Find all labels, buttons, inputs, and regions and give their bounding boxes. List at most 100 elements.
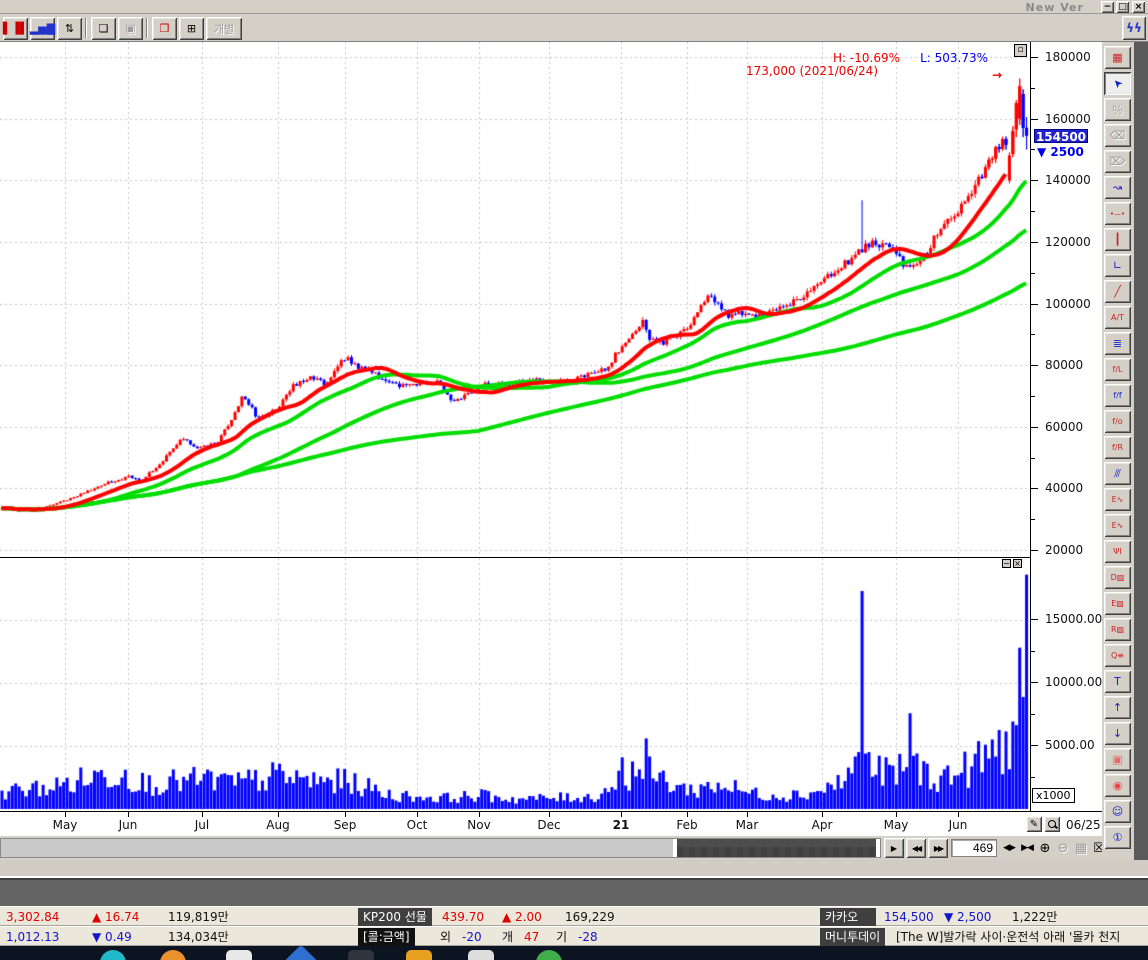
volume-chart[interactable] [0, 558, 1030, 811]
toolbar-separator [146, 18, 148, 38]
percent-tool-icon[interactable]: ％ [1104, 98, 1131, 121]
elliott-wave2-icon: E∿ [1112, 521, 1124, 530]
square-marker-icon: ▣ [1112, 753, 1122, 766]
parallel-lines-icon[interactable]: ⫻ [1104, 462, 1131, 485]
taskbar-app-white-icon[interactable] [226, 950, 252, 960]
trendline-chart-icon[interactable]: ↝ [1104, 176, 1131, 199]
tools-column: ▦ ➤ ％ ⌫ ⌦ ↝ •—• ┃ ∟ ╱ A/T ≣ f/L f/f f/o f/R ⫻ E∿ E∿ ΨΙ D▨ E▨ R… [1102, 42, 1134, 860]
candlestick-chart[interactable] [0, 42, 1030, 556]
volume-minimize-button[interactable]: − [1002, 559, 1011, 568]
grid-toggle-icon[interactable]: ▦ [1073, 838, 1089, 858]
chart-type-candle-icon[interactable]: ▌▐▌ [3, 17, 28, 40]
time-tick [621, 812, 622, 817]
time-tick [687, 812, 688, 817]
taskbar-app-white2-icon[interactable] [468, 950, 494, 960]
chart-type-bar-icon[interactable]: ▂▅▇ [30, 17, 55, 40]
volume-tick [1031, 682, 1038, 683]
vertical-segment-icon[interactable]: ┃ [1104, 228, 1131, 251]
kp200-change: ▲ 2.00 [502, 908, 542, 926]
quote-list-icon[interactable]: Q≡ [1104, 644, 1131, 667]
pattern-e-icon[interactable]: E▨ [1104, 592, 1131, 615]
taskbar-app-green-icon[interactable] [536, 950, 562, 960]
cursor-icon[interactable]: ➤ [1104, 72, 1131, 95]
taskbar-app-teal-icon[interactable] [100, 950, 126, 960]
eraser-icon[interactable]: ⌫ [1104, 124, 1131, 147]
erase-all-icon: ⌦ [1110, 155, 1126, 168]
price-chart-pane[interactable]: H: -10.69% L: 503.73% 173,000 (2021/06/2… [0, 42, 1031, 557]
time-axis-label: Feb [676, 818, 697, 832]
os-taskbar[interactable] [0, 946, 1148, 960]
fit-range-button[interactable]: ▶◀ [1019, 838, 1035, 858]
taskbar-app-orange-icon[interactable] [160, 950, 186, 960]
individual-button[interactable]: 개별 [206, 17, 242, 40]
price-tick [1031, 57, 1038, 58]
play-button[interactable]: ▶ [884, 838, 904, 858]
volume-unit-label: x1000 [1032, 788, 1075, 803]
capture-icon[interactable]: ▣ [118, 17, 143, 40]
zoom-in-icon[interactable]: ⊕ [1037, 838, 1053, 858]
square-marker-icon[interactable]: ▣ [1104, 748, 1131, 771]
text-note-icon[interactable]: A/T [1104, 306, 1131, 329]
number-marker-icon[interactable]: ① [1104, 826, 1131, 849]
fibo-levels-icon[interactable]: f/L [1104, 358, 1131, 381]
horizontal-segment-icon[interactable]: •—• [1104, 202, 1131, 225]
grid-table-icon[interactable]: ⊞ [179, 17, 204, 40]
zoom-out-icon[interactable]: ⊖ [1055, 838, 1071, 858]
time-axis-label: Jun [119, 818, 138, 832]
horizontal-segment-icon: •—• [1110, 210, 1125, 218]
zoom-search-button[interactable] [1044, 816, 1060, 832]
diagonal-line-icon[interactable]: ╱ [1104, 280, 1131, 303]
time-tick [128, 812, 129, 817]
multi-hline-icon[interactable]: ≣ [1104, 332, 1131, 355]
edit-pencil-button[interactable]: ✎ [1026, 816, 1042, 832]
pitchfork-icon[interactable]: ΨΙ [1104, 540, 1131, 563]
smiley-icon[interactable]: ☺ [1104, 800, 1131, 823]
maximize-button[interactable]: □ [1116, 1, 1129, 13]
arrow-up-icon[interactable]: ↑ [1104, 696, 1131, 719]
erase-all-icon[interactable]: ⌦ [1104, 150, 1131, 173]
price-tick [1031, 365, 1038, 366]
volume-close-button[interactable]: × [1013, 559, 1022, 568]
new-document-icon[interactable]: ❏ [91, 17, 116, 40]
volume-chart-pane[interactable]: − × [0, 557, 1031, 811]
price-tick [1031, 149, 1035, 150]
circle-marker-icon[interactable]: ◉ [1104, 774, 1131, 797]
investor3-key: 기 [556, 928, 567, 946]
chart-scrollbar-thumb[interactable] [673, 839, 880, 857]
news-headline[interactable]: [The W]발가락 사이·운전석 아래 '몰카 천지 [896, 928, 1148, 946]
fan-lines-icon[interactable]: f/o [1104, 410, 1131, 433]
step-back-button[interactable]: ◀◀ [906, 838, 926, 858]
text-t-icon[interactable]: T [1104, 670, 1131, 693]
bar-count-input[interactable] [951, 839, 997, 857]
time-axis-label: Jul [195, 818, 209, 832]
chart-report-icon[interactable]: ❐ [152, 17, 177, 40]
time-axis: ✎ 06/25 AprMayJunJulAugSepOctNovDec21Feb… [0, 811, 1102, 836]
elliott-wave-icon[interactable]: E∿ [1104, 488, 1131, 511]
refresh-icon[interactable]: ϟϟ [1122, 16, 1146, 40]
arrow-up-icon: ↑ [1113, 701, 1122, 714]
fibo-retrace-icon[interactable]: f/R [1104, 436, 1131, 459]
step-forward-button[interactable]: ▶▶ [928, 838, 948, 858]
close-button[interactable]: × [1132, 1, 1145, 13]
price-axis-label: 180000 [1045, 50, 1091, 64]
time-tick [65, 812, 66, 817]
low-annotation: L: 503.73% [920, 51, 988, 65]
chart-scrollbar-track[interactable] [0, 838, 881, 858]
sort-updown-icon[interactable]: ⇅ [57, 17, 82, 40]
pattern-d-icon[interactable]: D▨ [1104, 566, 1131, 589]
taskbar-app-blue-icon[interactable] [283, 946, 320, 960]
chart-nav-row: ▶ ◀◀ ▶▶ ◀▶ ▶◀ ⊕ ⊖ ▦ ☒ [0, 836, 1148, 860]
fibo-curve-icon[interactable]: f/f [1104, 384, 1131, 407]
taskbar-app-dark-icon[interactable] [348, 950, 374, 960]
elliott-wave2-icon[interactable]: E∿ [1104, 514, 1131, 537]
minimize-button[interactable]: − [1101, 1, 1114, 13]
pane-restore-button[interactable]: ▫ [1014, 44, 1027, 57]
expand-range-button[interactable]: ◀▶ [1001, 838, 1017, 858]
taskbar-app-kakao-icon[interactable] [406, 950, 432, 960]
high-annotation: H: -10.69% [833, 51, 900, 65]
investor2-key: 개 [502, 928, 513, 946]
step-line-icon[interactable]: ∟ [1104, 254, 1131, 277]
chart-settings-icon[interactable]: ▦ [1104, 46, 1131, 69]
pattern-r-icon[interactable]: R▨ [1104, 618, 1131, 641]
arrow-down-icon[interactable]: ↓ [1104, 722, 1131, 745]
